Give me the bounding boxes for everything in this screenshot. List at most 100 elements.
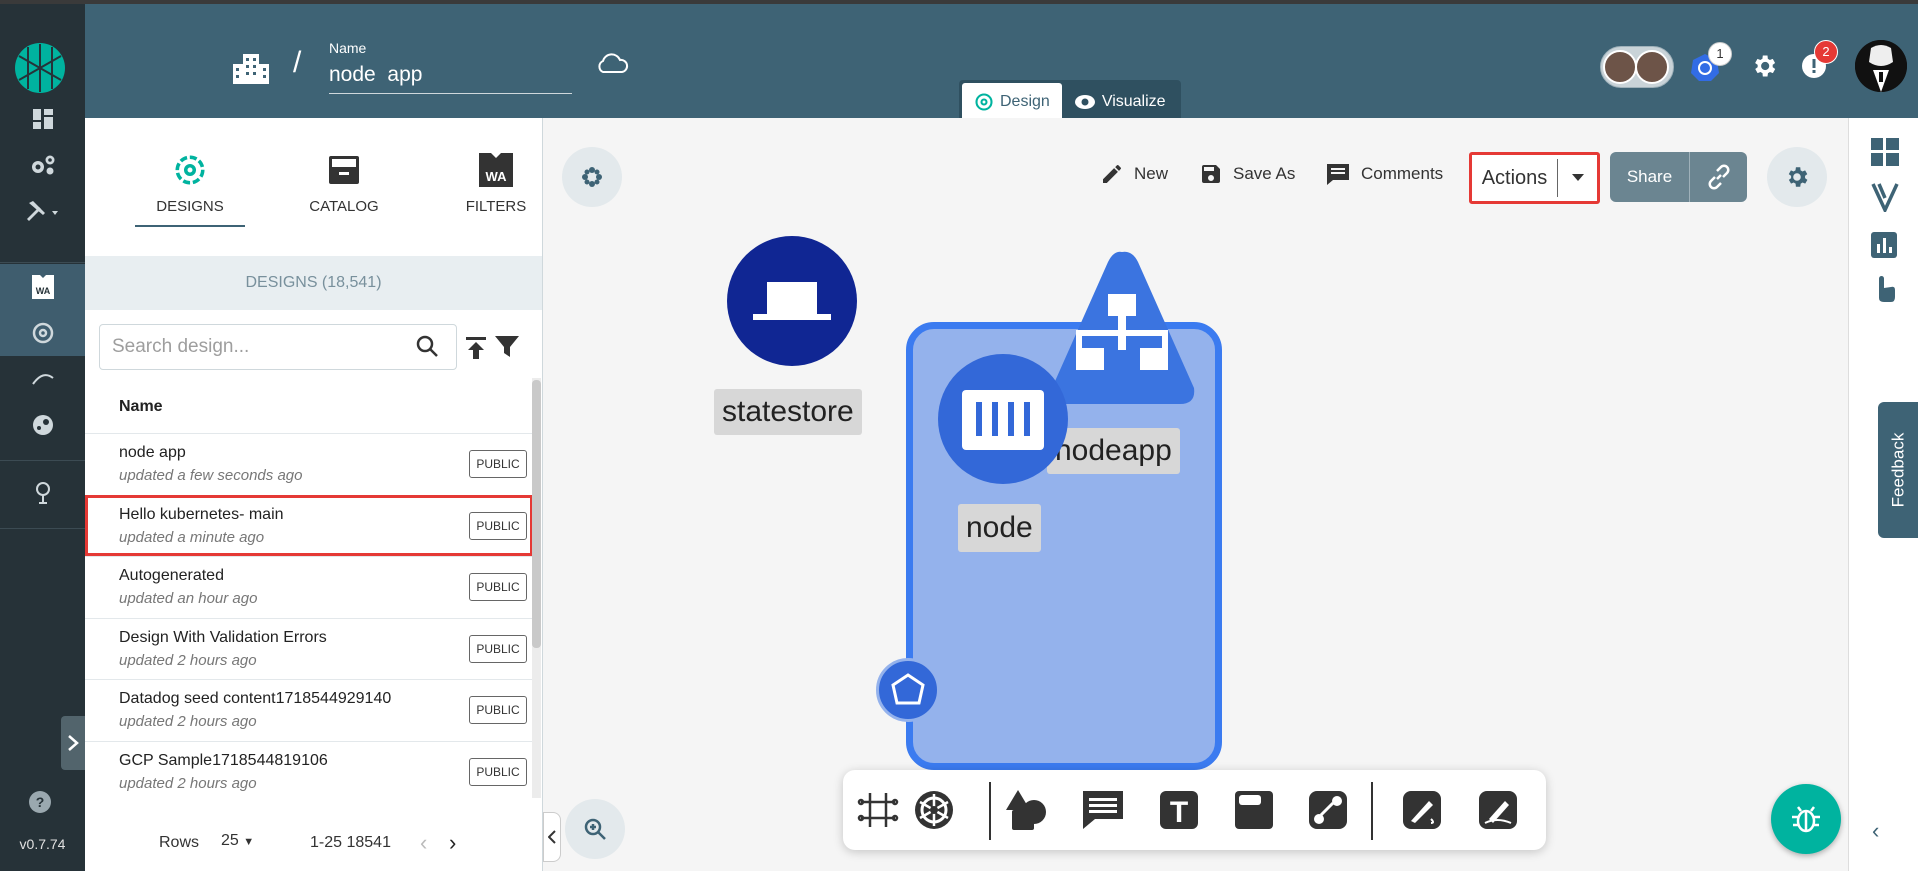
design-title: Hello kubernetes- main bbox=[119, 505, 284, 523]
tab-filters[interactable]: WA FILTERS bbox=[441, 150, 551, 215]
svg-text:WA: WA bbox=[486, 169, 508, 184]
flower-icon bbox=[582, 167, 602, 187]
tab-design[interactable]: Design bbox=[962, 83, 1062, 120]
meshery-design-icon[interactable] bbox=[0, 310, 85, 356]
tab-designs-label: DESIGNS bbox=[156, 198, 224, 215]
actions-label: Actions bbox=[1472, 159, 1558, 197]
list-item[interactable]: Hello kubernetes- main updated a minute … bbox=[85, 494, 533, 556]
collapse-panel-button[interactable] bbox=[543, 812, 561, 862]
settings-icon[interactable] bbox=[1750, 52, 1778, 85]
design-updated: updated a few seconds ago bbox=[119, 467, 303, 484]
kubernetes-context-icon[interactable]: 1 bbox=[1690, 42, 1732, 87]
visibility-badge[interactable]: PUBLIC bbox=[469, 573, 527, 601]
cloud-sync-icon[interactable] bbox=[595, 52, 629, 81]
statestore-label[interactable]: statestore bbox=[714, 389, 862, 435]
zoom-button[interactable] bbox=[565, 799, 625, 859]
actions-caret-button[interactable] bbox=[1558, 174, 1597, 182]
report-bug-button[interactable] bbox=[1771, 784, 1841, 854]
statestore-node[interactable] bbox=[727, 236, 857, 366]
tab-catalog[interactable]: CATALOG bbox=[289, 150, 399, 215]
name-column-header[interactable]: Name bbox=[119, 398, 163, 416]
layout-grid-icon[interactable] bbox=[1871, 138, 1899, 171]
list-item[interactable]: node app updated a few seconds ago PUBLI… bbox=[85, 433, 533, 495]
section-tool-icon[interactable] bbox=[1231, 787, 1277, 833]
pen-tool-icon[interactable] bbox=[1399, 787, 1445, 833]
comment-tool-icon[interactable] bbox=[1080, 787, 1126, 833]
rows-per-page-select[interactable]: 25 ▼ bbox=[221, 832, 254, 850]
touch-gesture-icon[interactable] bbox=[1871, 274, 1897, 309]
save-as-button[interactable]: Save As bbox=[1199, 162, 1295, 186]
user-avatar[interactable] bbox=[1855, 40, 1907, 92]
canvas-settings-button[interactable] bbox=[1767, 147, 1827, 207]
configuration-icon[interactable] bbox=[0, 142, 85, 188]
chevron-left-icon[interactable]: ‹ bbox=[1872, 818, 1879, 844]
notifications-icon[interactable]: 2 bbox=[1800, 40, 1838, 85]
share-button-group: Share bbox=[1610, 152, 1747, 202]
share-button[interactable]: Share bbox=[1610, 152, 1690, 202]
component-tool-icon[interactable] bbox=[855, 787, 901, 833]
meshery-logo-icon[interactable] bbox=[14, 42, 66, 94]
list-item[interactable]: Datadog seed content1718544929140 update… bbox=[85, 679, 533, 741]
kubernetes-tool-icon[interactable] bbox=[911, 787, 957, 833]
notification-count-badge: 2 bbox=[1814, 40, 1838, 64]
text-tool-icon[interactable]: T bbox=[1156, 787, 1202, 833]
list-item[interactable]: Design With Validation Errors updated 2 … bbox=[85, 617, 533, 680]
actions-dropdown[interactable]: Actions bbox=[1469, 152, 1600, 204]
search-design-input[interactable] bbox=[99, 324, 457, 370]
statestore-icon bbox=[753, 282, 831, 320]
breadcrumb-separator: / bbox=[293, 46, 302, 79]
visibility-badge[interactable]: PUBLIC bbox=[469, 696, 527, 724]
node-component[interactable] bbox=[938, 354, 1068, 484]
help-icon[interactable]: ? bbox=[28, 790, 52, 814]
nodeapp-service-node[interactable] bbox=[1046, 248, 1198, 408]
comment-icon bbox=[1327, 164, 1349, 185]
design-updated: updated 2 hours ago bbox=[119, 774, 257, 792]
visibility-badge[interactable]: PUBLIC bbox=[469, 634, 527, 663]
new-design-button[interactable]: New bbox=[1100, 162, 1168, 186]
list-scrollbar-thumb[interactable] bbox=[532, 380, 541, 648]
design-title: Datadog seed content1718544929140 bbox=[119, 690, 392, 707]
visibility-badge[interactable]: PUBLIC bbox=[469, 757, 527, 786]
upload-icon[interactable] bbox=[465, 336, 487, 365]
search-icon[interactable] bbox=[415, 334, 439, 363]
list-item[interactable]: Autogenerated updated an hour ago PUBLIC bbox=[85, 556, 533, 618]
extensions-icon[interactable] bbox=[0, 402, 85, 448]
tab-designs[interactable]: DESIGNS bbox=[135, 150, 245, 227]
namespace-badge-icon[interactable] bbox=[876, 658, 940, 722]
relationship-tool-icon[interactable] bbox=[1305, 787, 1351, 833]
next-page-icon[interactable]: › bbox=[449, 830, 456, 856]
avatar[interactable] bbox=[1635, 50, 1669, 84]
catalog-wa-icon[interactable]: WA bbox=[0, 264, 85, 310]
tab-catalog-label: CATALOG bbox=[309, 198, 379, 215]
visibility-badge[interactable]: PUBLIC bbox=[469, 511, 527, 540]
avatar[interactable] bbox=[1603, 50, 1637, 84]
expand-sidebar-button[interactable] bbox=[61, 716, 85, 770]
collaborators-avatar-group[interactable] bbox=[1600, 46, 1674, 88]
merge-icon[interactable] bbox=[1871, 182, 1899, 217]
freehand-tool-icon[interactable] bbox=[1475, 787, 1521, 833]
visibility-badge[interactable]: PUBLIC bbox=[469, 450, 527, 478]
previous-page-icon[interactable]: ‹ bbox=[420, 830, 427, 856]
pencil-icon bbox=[1103, 165, 1121, 183]
page-range: 1-25 18541 bbox=[310, 834, 391, 851]
organization-icon[interactable] bbox=[233, 52, 269, 89]
pagination: Rows 25 ▼ 1-25 18541 ‹ › bbox=[85, 824, 542, 864]
filter-icon[interactable] bbox=[495, 336, 519, 363]
copy-link-button[interactable] bbox=[1690, 152, 1747, 202]
canvas-menu-button[interactable] bbox=[562, 147, 622, 207]
list-item[interactable]: GCP Sample1718544819106 updated 2 hours … bbox=[85, 740, 533, 803]
top-header: / Name Design Visualize 1 2 bbox=[85, 4, 1918, 120]
dashboard-icon[interactable] bbox=[0, 96, 85, 142]
node-label[interactable]: node bbox=[958, 504, 1041, 552]
chart-icon[interactable] bbox=[1871, 232, 1897, 263]
design-name-input[interactable] bbox=[329, 60, 572, 94]
feedback-tab[interactable]: Feedback bbox=[1878, 402, 1918, 538]
location-icon[interactable] bbox=[0, 470, 85, 516]
lifecycle-tools-icon[interactable] bbox=[0, 188, 85, 234]
performance-icon[interactable] bbox=[0, 356, 85, 402]
shapes-tool-icon[interactable] bbox=[1003, 787, 1049, 833]
tab-visualize[interactable]: Visualize bbox=[1062, 83, 1178, 120]
bug-icon bbox=[1792, 806, 1820, 833]
comments-button[interactable]: Comments bbox=[1325, 162, 1443, 186]
design-icon bbox=[975, 92, 993, 111]
